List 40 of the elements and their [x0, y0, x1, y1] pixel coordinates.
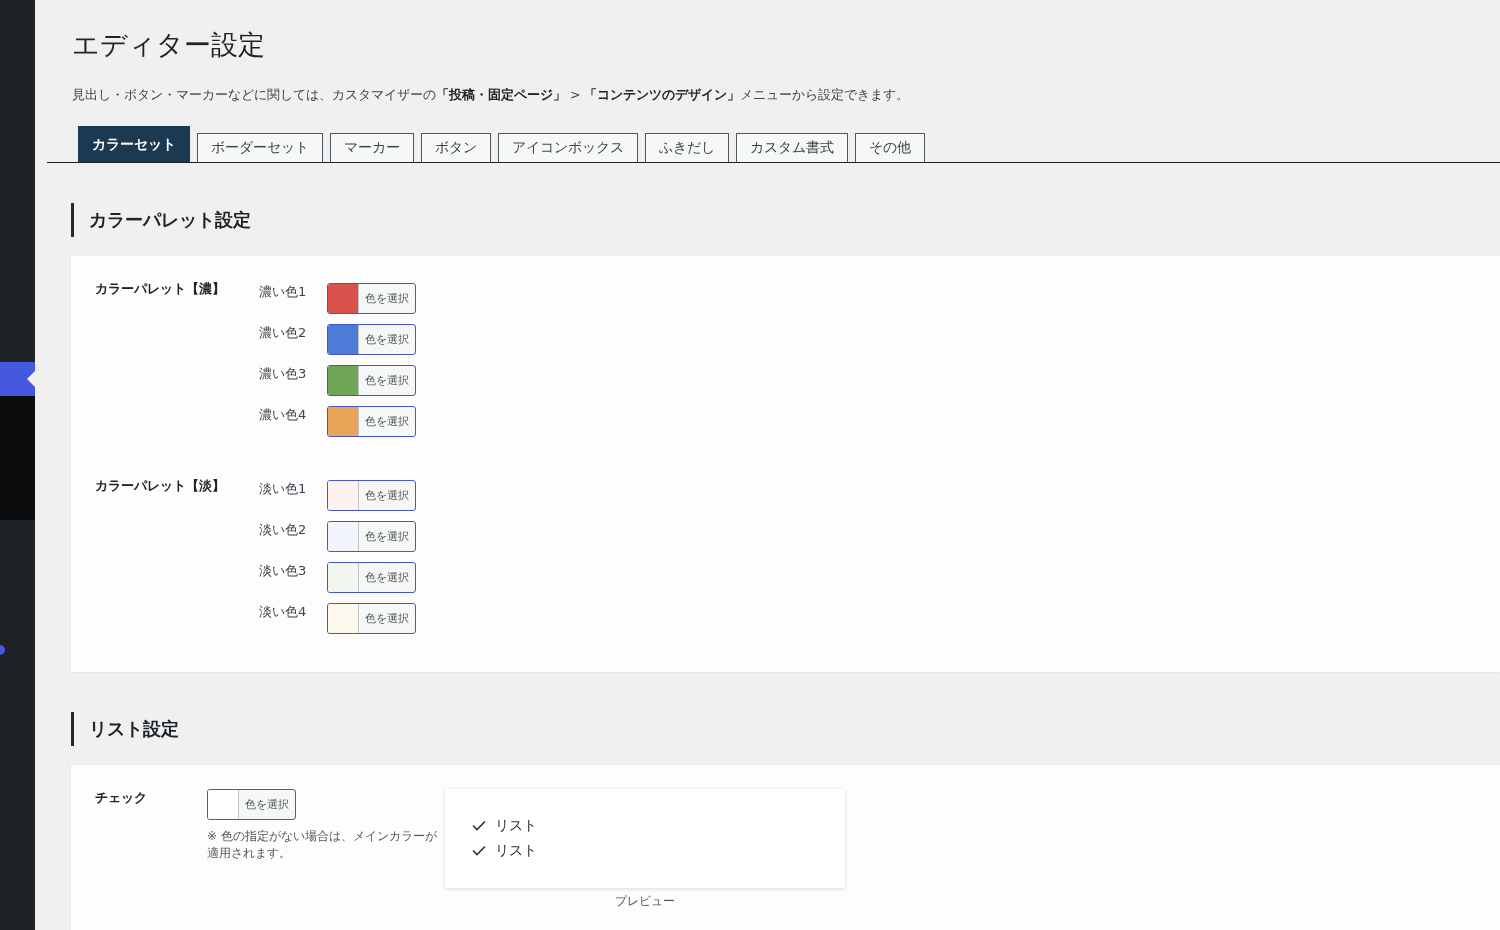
field-label: 淡い色2 [259, 521, 308, 539]
list-item-text: リスト [495, 841, 537, 860]
section-heading: カラーパレット設定 [71, 203, 1500, 237]
color-picker-button[interactable]: 色を選択 [327, 324, 416, 355]
tab[interactable]: ボタン [421, 133, 491, 162]
field-label: 濃い色1 [259, 283, 308, 301]
color-picker-button[interactable]: 色を選択 [327, 562, 416, 593]
color-swatch-icon [208, 790, 239, 819]
check-icon [472, 820, 486, 831]
field-label: 濃い色3 [259, 365, 308, 383]
color-picker-button[interactable]: 色を選択 [327, 283, 416, 314]
sidebar-active-item[interactable] [0, 362, 35, 396]
color-picker-button[interactable]: 色を選択 [207, 789, 296, 820]
field-label: 淡い色3 [259, 562, 308, 580]
field-label: 淡い色4 [259, 603, 308, 621]
field-label: 淡い色1 [259, 480, 308, 498]
field-label: 濃い色2 [259, 324, 308, 342]
tab[interactable]: その他 [855, 133, 925, 162]
preview-caption: プレビュー [614, 893, 676, 910]
tab[interactable]: マーカー [330, 133, 414, 162]
group-label: チェック [95, 789, 148, 807]
page-title: エディター設定 [71, 28, 266, 62]
color-picker-button[interactable]: 色を選択 [327, 480, 416, 511]
group-label: カラーパレット【淡】 [95, 477, 226, 495]
tab[interactable]: ふきだし [645, 133, 729, 162]
tab[interactable]: ボーダーセット [197, 133, 323, 162]
description-text: 見出し・ボタン・マーカーなどに関しては、カスタマイザーの「投稿・固定ページ」 > 「コンテンツのデザイン」メニューから設定できます。 [72, 86, 911, 104]
color-picker-button[interactable]: 色を選択 [327, 603, 416, 634]
check-icon [472, 845, 486, 856]
tab[interactable]: カスタム書式 [736, 133, 848, 162]
field-label: 濃い色4 [259, 406, 308, 424]
tab[interactable]: アイコンボックス [498, 133, 638, 162]
section-heading: リスト設定 [71, 712, 1500, 746]
color-picker-button[interactable]: 色を選択 [327, 521, 416, 552]
color-picker-button[interactable]: 色を選択 [327, 365, 416, 396]
color-picker-button[interactable]: 色を選択 [327, 406, 416, 437]
help-text: ※ 色の指定がない場合は、メインカラーが適用されます。 [207, 828, 438, 862]
tab[interactable]: カラーセット [78, 126, 190, 162]
group-label: カラーパレット【濃】 [95, 280, 226, 298]
list-item-text: リスト [495, 816, 537, 835]
